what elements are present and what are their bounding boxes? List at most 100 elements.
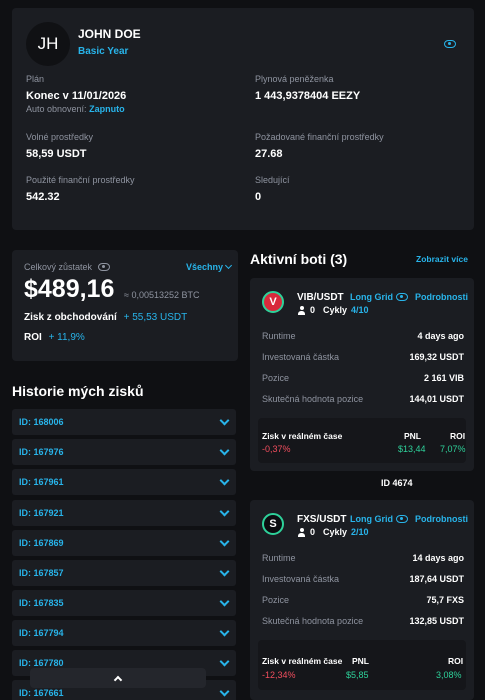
realtime-label: Zisk v reálném čase — [262, 656, 343, 666]
chevron-down-icon — [219, 656, 230, 666]
realtime-profit-panel: Zisk v reálném čase -0,37% PNL $13,44 ROI 7,0… — [258, 418, 466, 463]
profit-label: Zisk z obchodování — [24, 312, 117, 323]
history-item[interactable]: ID: 167857 — [12, 560, 236, 586]
roi-value: 3,08% — [436, 670, 462, 680]
pnl-value: $13,44 — [398, 444, 426, 454]
history-item[interactable]: ID: 167961 — [12, 469, 236, 495]
history-item[interactable]: ID: 167794 — [12, 620, 236, 646]
pnl-value: $5,85 — [346, 670, 369, 680]
followers-value: 0 — [255, 191, 262, 203]
show-more-link[interactable]: Zobrazit více — [416, 254, 468, 264]
profile-card: JH JOHN DOE Basic Year Plán Konec v 11/0… — [12, 8, 474, 230]
invested-label: Investovaná částka — [262, 352, 340, 362]
position-label: Pozice — [262, 595, 290, 605]
chevron-down-icon — [219, 596, 230, 606]
realtime-value: -0,37% — [262, 444, 291, 454]
used-funds-label: Použité finanční prostředky — [26, 175, 135, 185]
history-item-id: ID: 167661 — [19, 688, 64, 698]
eye-icon — [396, 515, 408, 523]
coin-logo-letter: V — [269, 296, 277, 308]
used-funds-value: 542.32 — [26, 191, 60, 203]
bot-strategy: Long Grid — [350, 292, 393, 302]
auto-renew-value[interactable]: Zapnuto — [89, 104, 125, 114]
chevron-down-icon — [219, 506, 230, 516]
balance-card: Celkový zůstatek Všechny $489,16 ≈ 0,005… — [12, 250, 238, 361]
history-item[interactable]: ID: 167835 — [12, 590, 236, 616]
invested-value: 169,32 USDT — [409, 352, 464, 362]
details-button[interactable]: Podrobnosti — [396, 514, 468, 524]
runtime-value: 14 days ago — [412, 553, 464, 563]
plan-value: Konec v 11/01/2026 — [26, 90, 127, 102]
bot-cycles: 4/10 — [351, 305, 369, 315]
history-item[interactable]: ID: 167869 — [12, 530, 236, 556]
chevron-down-icon — [219, 626, 230, 636]
person-icon — [297, 305, 306, 315]
plan-badge[interactable]: Basic Year — [78, 46, 128, 57]
details-button[interactable]: Podrobnosti — [396, 292, 468, 302]
eye-icon — [396, 293, 408, 301]
chevron-down-icon — [219, 415, 230, 425]
position-real-value-label: Skutečná hodnota pozice — [262, 394, 364, 404]
eye-icon[interactable] — [98, 263, 111, 271]
position-value: 75,7 FXS — [426, 595, 464, 605]
avatar-initials: JH — [37, 34, 59, 53]
balance-btc: ≈ 0,00513252 BTC — [124, 290, 200, 300]
bot-strategy: Long Grid — [350, 514, 393, 524]
history-item-id: ID: 167780 — [19, 658, 64, 668]
active-bots-title: Aktivní boti (3) — [250, 251, 348, 267]
history-item[interactable]: ID: 168006 — [12, 409, 236, 435]
position-real-value: 144,01 USDT — [409, 394, 464, 404]
position-real-value-label: Skutečná hodnota pozice — [262, 616, 364, 626]
user-name: JOHN DOE — [78, 27, 141, 41]
profit-value: + 55,53 USDT — [123, 312, 188, 323]
position-label: Pozice — [262, 373, 290, 383]
position-real-value: 132,85 USDT — [409, 616, 464, 626]
realtime-label: Zisk v reálném čase — [262, 431, 343, 441]
coin-logo-letter: S — [269, 518, 277, 530]
realtime-profit-panel: Zisk v reálném čase -12,34% PNL $5,85 ROI 3,0… — [258, 640, 466, 690]
required-funds-label: Požadované finanční prostředky — [255, 132, 384, 142]
bot-card[interactable]: S FXS/USDT Long Grid Podrobnosti 0 Cykly 2/10 R… — [250, 500, 474, 700]
wallet-label: Plynová peněženka — [255, 74, 334, 84]
roi-value: + 11,9% — [48, 332, 85, 343]
history-item-id: ID: 167869 — [19, 538, 64, 548]
bot-followers: 0 — [310, 305, 316, 315]
plan-label: Plán — [26, 74, 45, 84]
history-item-id: ID: 168006 — [19, 417, 64, 427]
balance-label: Celkový zůstatek — [24, 262, 93, 272]
chevron-down-icon — [219, 475, 230, 485]
invested-value: 187,64 USDT — [409, 574, 464, 584]
coin-logo-icon: S — [262, 513, 284, 535]
visibility-toggle[interactable] — [444, 35, 456, 53]
bot-cycles: 2/10 — [351, 527, 369, 537]
chevron-down-icon — [219, 445, 230, 455]
roi-label: ROI — [450, 431, 466, 441]
history-item[interactable]: ID: 167976 — [12, 439, 236, 465]
roi-label: ROI — [448, 656, 464, 666]
required-funds-value: 27.68 — [255, 148, 283, 160]
separator-id: ID 4674 — [381, 478, 413, 488]
history-item-id: ID: 167835 — [19, 598, 64, 608]
roi-value: 7,07% — [440, 444, 466, 454]
runtime-label: Runtime — [262, 553, 296, 563]
coin-logo-icon: V — [262, 291, 284, 313]
runtime-label: Runtime — [262, 331, 296, 341]
cycles-label: Cykly — [323, 305, 348, 315]
realtime-value: -12,34% — [262, 670, 296, 680]
avatar: JH — [26, 22, 70, 66]
free-funds-value: 58,59 USDT — [26, 148, 87, 160]
currency-filter-dropdown[interactable]: Všechny — [186, 261, 233, 272]
roi-label: ROI — [24, 332, 42, 343]
currency-filter-label: Všechny — [186, 262, 224, 272]
chevron-down-icon — [219, 536, 230, 546]
history-item-id: ID: 167961 — [19, 477, 64, 487]
history-item[interactable]: ID: 167921 — [12, 500, 236, 526]
bot-followers: 0 — [310, 527, 316, 537]
scroll-top-button[interactable] — [30, 668, 206, 688]
chevron-up-icon — [113, 675, 123, 685]
runtime-value: 4 days ago — [417, 331, 464, 341]
pnl-label: PNL — [352, 656, 369, 666]
person-icon — [297, 527, 306, 537]
bot-card[interactable]: V VIB/USDT Long Grid Podrobnosti 0 Cykly 4/10 R… — [250, 278, 474, 471]
history-item-id: ID: 167921 — [19, 508, 64, 518]
